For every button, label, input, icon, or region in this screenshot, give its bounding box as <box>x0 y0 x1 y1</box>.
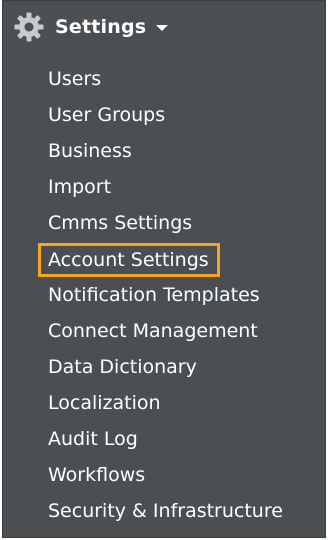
menu-item-business[interactable]: Business <box>3 133 325 169</box>
settings-dropdown-toggle[interactable]: Settings <box>13 9 169 45</box>
settings-title: Settings <box>55 16 147 38</box>
menu-item-connect-management[interactable]: Connect Management <box>3 313 325 349</box>
menu-item-label: Audit Log <box>48 428 138 450</box>
menu-item-users[interactable]: Users <box>3 61 325 97</box>
menu-item-user-groups[interactable]: User Groups <box>3 97 325 133</box>
menu-item-label: Account Settings <box>38 242 220 277</box>
menu-item-label: User Groups <box>48 104 166 126</box>
menu-item-label: Users <box>48 68 102 90</box>
menu-item-security-infrastructure[interactable]: Security & Infrastructure <box>3 493 325 529</box>
menu-item-localization[interactable]: Localization <box>3 385 325 421</box>
menu-item-label: Cmms Settings <box>48 212 193 234</box>
menu-item-label: Localization <box>48 392 161 414</box>
menu-item-label: Notification Templates <box>48 284 260 306</box>
menu-item-workflows[interactable]: Workflows <box>3 457 325 493</box>
menu-item-cmms-settings[interactable]: Cmms Settings <box>3 205 325 241</box>
menu-item-label: Business <box>48 140 132 162</box>
menu-item-label: Data Dictionary <box>48 356 197 378</box>
menu-item-label: Connect Management <box>48 320 258 342</box>
menu-item-notification-templates[interactable]: Notification Templates <box>3 277 325 313</box>
menu-item-label: Import <box>48 176 112 198</box>
menu-item-audit-log[interactable]: Audit Log <box>3 421 325 457</box>
menu-item-import[interactable]: Import <box>3 169 325 205</box>
gear-icon <box>14 12 44 42</box>
settings-menu-panel: Settings Users User Groups Business Impo… <box>2 0 326 538</box>
menu-item-data-dictionary[interactable]: Data Dictionary <box>3 349 325 385</box>
menu-item-label: Workflows <box>48 464 146 486</box>
menu-item-account-settings[interactable]: Account Settings <box>3 241 325 277</box>
settings-menu-list: Users User Groups Business Import Cmms S… <box>3 61 325 529</box>
chevron-down-icon <box>156 25 169 31</box>
menu-item-label: Security & Infrastructure <box>48 500 283 522</box>
